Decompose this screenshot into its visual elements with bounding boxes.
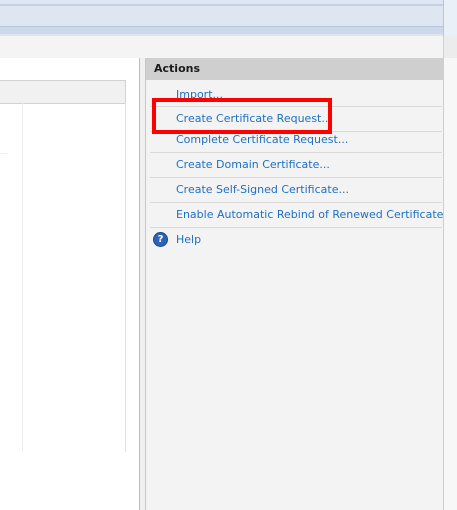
action-help[interactable]: ? Help [150,228,442,253]
list-column-header[interactable] [0,80,126,104]
certificate-list[interactable] [0,103,126,452]
action-enable-automatic-rebind-link[interactable]: Enable Automatic Rebind of Renewed Certi… [176,208,443,221]
action-create-self-signed-certificate[interactable]: Create Self-Signed Certificate... [150,178,442,203]
highlight-box [152,98,332,134]
action-complete-certificate-request-link[interactable]: Complete Certificate Request... [176,133,348,146]
title-stripe [0,4,443,6]
title-stripe-lower [0,26,443,34]
actions-pane-edge [443,58,457,510]
toolbar [0,36,457,59]
window-edge [443,0,457,36]
actions-header: Actions [146,58,444,80]
action-create-domain-certificate[interactable]: Create Domain Certificate... [150,153,442,178]
column-separator [22,103,23,452]
row-tick [0,153,8,154]
title-band [0,0,457,36]
help-icon[interactable]: ? [153,232,168,247]
action-create-domain-certificate-link[interactable]: Create Domain Certificate... [176,158,330,171]
toolbar-edge [443,36,457,58]
action-help-link[interactable]: Help [176,233,201,246]
action-create-self-signed-certificate-link[interactable]: Create Self-Signed Certificate... [176,183,349,196]
action-enable-automatic-rebind[interactable]: Enable Automatic Rebind of Renewed Certi… [150,203,443,228]
